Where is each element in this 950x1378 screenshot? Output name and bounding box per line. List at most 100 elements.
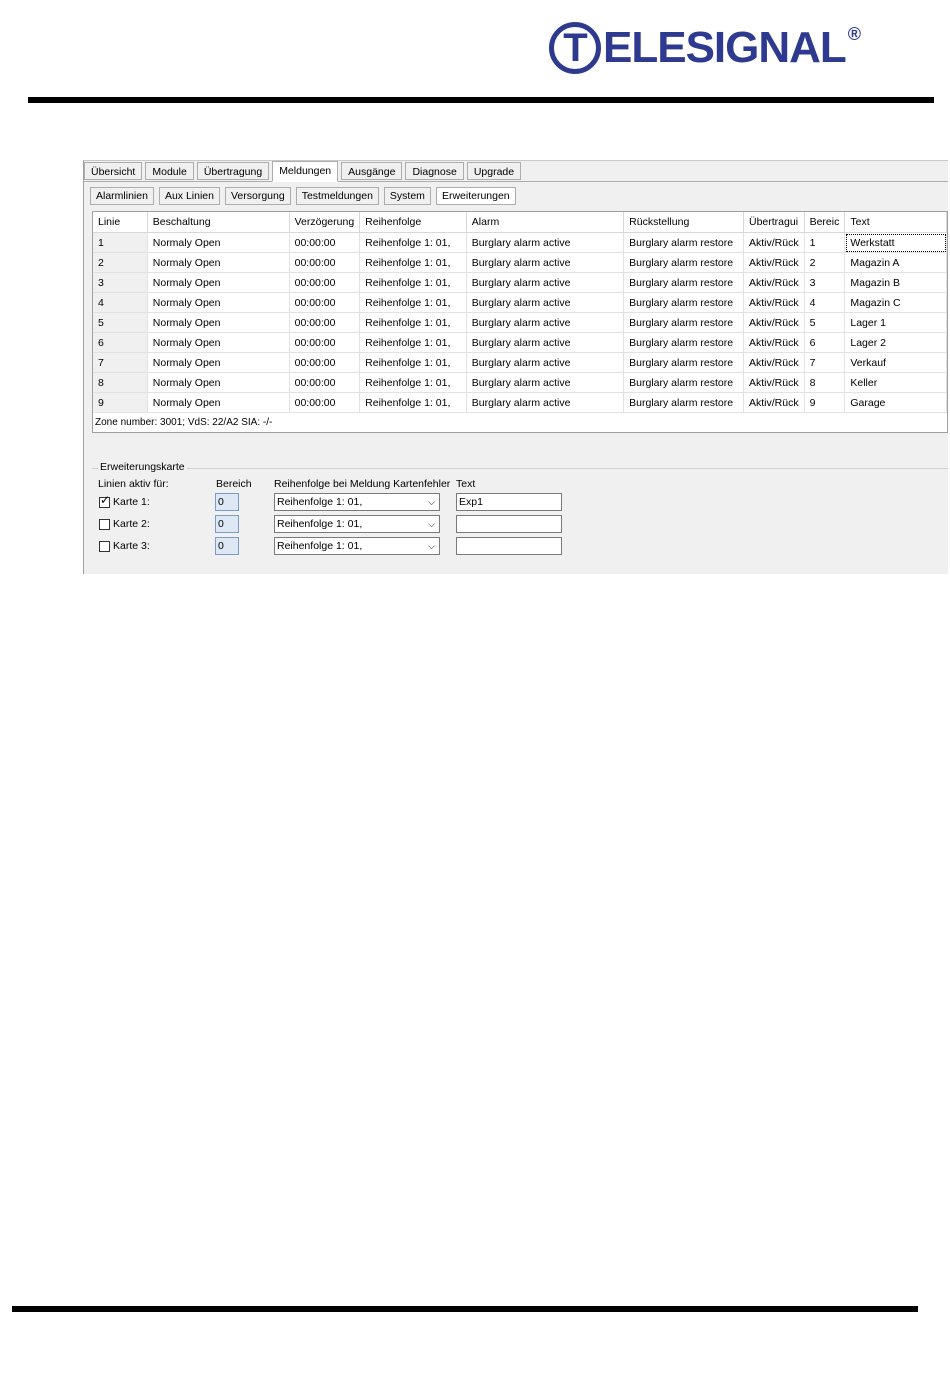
cell-rueckstellung[interactable]: Burglary alarm restore	[623, 312, 744, 333]
cell-uebertragung[interactable]: Aktiv/Rück	[743, 272, 805, 293]
cell-linie[interactable]: 1	[93, 232, 148, 253]
lines-grid[interactable]: Linie Beschaltung Verzögerung Reihenfolg…	[92, 211, 948, 433]
cell-beschaltung[interactable]: Normaly Open	[147, 252, 290, 273]
cell-alarm[interactable]: Burglary alarm active	[466, 272, 625, 293]
cell-verzoegerung[interactable]: 00:00:00	[289, 372, 361, 393]
cell-uebertragung[interactable]: Aktiv/Rück	[743, 232, 805, 253]
cell-rueckstellung[interactable]: Burglary alarm restore	[623, 332, 744, 353]
cell-verzoegerung[interactable]: 00:00:00	[289, 252, 361, 273]
tab-uebersicht[interactable]: Übersicht	[84, 162, 143, 180]
subtab-testmeldungen[interactable]: Testmeldungen	[295, 187, 379, 205]
cell-bereich[interactable]: 7	[804, 352, 846, 373]
table-row[interactable]: 2 Normaly Open 00:00:00 Reihenfolge 1: 01, B…	[93, 252, 947, 273]
cell-alarm[interactable]: Burglary alarm active	[466, 292, 625, 313]
cell-linie[interactable]: 2	[93, 252, 148, 273]
cell-rueckstellung[interactable]: Burglary alarm restore	[623, 232, 744, 253]
col-header-beschaltung[interactable]: Beschaltung	[147, 212, 290, 233]
table-row[interactable]: 5 Normaly Open 00:00:00 Reihenfolge 1: 01, B…	[93, 312, 947, 333]
cell-beschaltung[interactable]: Normaly Open	[147, 312, 290, 333]
cell-reihenfolge[interactable]: Reihenfolge 1: 01,	[359, 292, 467, 313]
cell-reihenfolge[interactable]: Reihenfolge 1: 01,	[359, 352, 467, 373]
cell-text[interactable]: Lager 1	[844, 312, 947, 333]
tab-ausgaenge[interactable]: Ausgänge	[341, 162, 403, 180]
cell-alarm[interactable]: Burglary alarm active	[466, 312, 625, 333]
subtab-system[interactable]: System	[383, 187, 431, 205]
cell-reihenfolge[interactable]: Reihenfolge 1: 01,	[359, 272, 467, 293]
cell-text[interactable]: Magazin A	[844, 252, 947, 273]
col-header-reihenfolge[interactable]: Reihenfolge	[359, 212, 467, 233]
card2-area-input[interactable]: 0	[215, 515, 239, 533]
tab-upgrade[interactable]: Upgrade	[466, 162, 522, 180]
card1-text-input[interactable]: Exp1	[456, 493, 562, 511]
cell-text[interactable]: Werkstatt	[844, 232, 947, 253]
cell-alarm[interactable]: Burglary alarm active	[466, 372, 625, 393]
card3-sequence-select[interactable]: Reihenfolge 1: 01, ⌵	[274, 537, 440, 555]
cell-rueckstellung[interactable]: Burglary alarm restore	[623, 352, 744, 373]
cell-rueckstellung[interactable]: Burglary alarm restore	[623, 292, 744, 313]
cell-text[interactable]: Keller	[844, 372, 947, 393]
tab-meldungen[interactable]: Meldungen	[272, 161, 339, 182]
cell-bereich[interactable]: 6	[804, 332, 846, 353]
cell-alarm[interactable]: Burglary alarm active	[466, 392, 625, 413]
card3-checkbox[interactable]	[99, 541, 110, 552]
col-header-linie[interactable]: Linie	[93, 212, 148, 233]
cell-reihenfolge[interactable]: Reihenfolge 1: 01,	[359, 372, 467, 393]
table-row[interactable]: 3 Normaly Open 00:00:00 Reihenfolge 1: 01, B…	[93, 272, 947, 293]
cell-verzoegerung[interactable]: 00:00:00	[289, 332, 361, 353]
cell-reihenfolge[interactable]: Reihenfolge 1: 01,	[359, 252, 467, 273]
col-header-verzoegerung[interactable]: Verzögerung	[289, 212, 361, 233]
subtab-versorgung[interactable]: Versorgung	[224, 187, 291, 205]
cell-text[interactable]: Garage	[844, 392, 947, 413]
col-header-bereich[interactable]: Bereic	[804, 212, 846, 233]
cell-rueckstellung[interactable]: Burglary alarm restore	[623, 392, 744, 413]
cell-bereich[interactable]: 4	[804, 292, 846, 313]
card1-sequence-select[interactable]: Reihenfolge 1: 01, ⌵	[274, 493, 440, 511]
cell-uebertragung[interactable]: Aktiv/Rück	[743, 312, 805, 333]
cell-verzoegerung[interactable]: 00:00:00	[289, 272, 361, 293]
table-row[interactable]: 8 Normaly Open 00:00:00 Reihenfolge 1: 01, B…	[93, 372, 947, 393]
cell-bereich[interactable]: 3	[804, 272, 846, 293]
cell-bereich[interactable]: 9	[804, 392, 846, 413]
cell-linie[interactable]: 4	[93, 292, 148, 313]
table-row[interactable]: 6 Normaly Open 00:00:00 Reihenfolge 1: 01, B…	[93, 332, 947, 353]
table-row[interactable]: 9 Normaly Open 00:00:00 Reihenfolge 1: 01, B…	[93, 392, 947, 413]
card1-checkbox[interactable]: ✓	[99, 494, 110, 508]
cell-linie[interactable]: 3	[93, 272, 148, 293]
cell-beschaltung[interactable]: Normaly Open	[147, 352, 290, 373]
subtab-aux-linien[interactable]: Aux Linien	[158, 187, 220, 205]
col-header-rueckstellung[interactable]: Rückstellung	[623, 212, 744, 233]
cell-beschaltung[interactable]: Normaly Open	[147, 372, 290, 393]
card3-area-input[interactable]: 0	[215, 537, 239, 555]
table-row[interactable]: 7 Normaly Open 00:00:00 Reihenfolge 1: 01, B…	[93, 352, 947, 373]
cell-bereich[interactable]: 8	[804, 372, 846, 393]
card1-area-input[interactable]: 0	[215, 493, 239, 511]
cell-alarm[interactable]: Burglary alarm active	[466, 232, 625, 253]
cell-bereich[interactable]: 5	[804, 312, 846, 333]
cell-text[interactable]: Verkauf	[844, 352, 947, 373]
cell-linie[interactable]: 9	[93, 392, 148, 413]
cell-verzoegerung[interactable]: 00:00:00	[289, 392, 361, 413]
table-row[interactable]: 1 Normaly Open 00:00:00 Reihenfolge 1: 01, B…	[93, 232, 947, 253]
subtab-erweiterungen[interactable]: Erweiterungen	[435, 187, 516, 205]
cell-rueckstellung[interactable]: Burglary alarm restore	[623, 372, 744, 393]
cell-linie[interactable]: 5	[93, 312, 148, 333]
cell-beschaltung[interactable]: Normaly Open	[147, 232, 290, 253]
card2-checkbox[interactable]	[99, 519, 110, 530]
tab-diagnose[interactable]: Diagnose	[405, 162, 464, 180]
cell-rueckstellung[interactable]: Burglary alarm restore	[623, 272, 744, 293]
col-header-text[interactable]: Text	[844, 212, 947, 233]
cell-beschaltung[interactable]: Normaly Open	[147, 332, 290, 353]
cell-beschaltung[interactable]: Normaly Open	[147, 292, 290, 313]
card2-sequence-select[interactable]: Reihenfolge 1: 01, ⌵	[274, 515, 440, 533]
cell-uebertragung[interactable]: Aktiv/Rück	[743, 352, 805, 373]
cell-alarm[interactable]: Burglary alarm active	[466, 252, 625, 273]
cell-text[interactable]: Lager 2	[844, 332, 947, 353]
cell-text[interactable]: Magazin C	[844, 292, 947, 313]
cell-bereich[interactable]: 1	[804, 232, 846, 253]
cell-alarm[interactable]: Burglary alarm active	[466, 352, 625, 373]
cell-uebertragung[interactable]: Aktiv/Rück	[743, 292, 805, 313]
cell-rueckstellung[interactable]: Burglary alarm restore	[623, 252, 744, 273]
card3-text-input[interactable]	[456, 537, 562, 555]
cell-reihenfolge[interactable]: Reihenfolge 1: 01,	[359, 392, 467, 413]
subtab-alarmlinien[interactable]: Alarmlinien	[90, 187, 154, 205]
